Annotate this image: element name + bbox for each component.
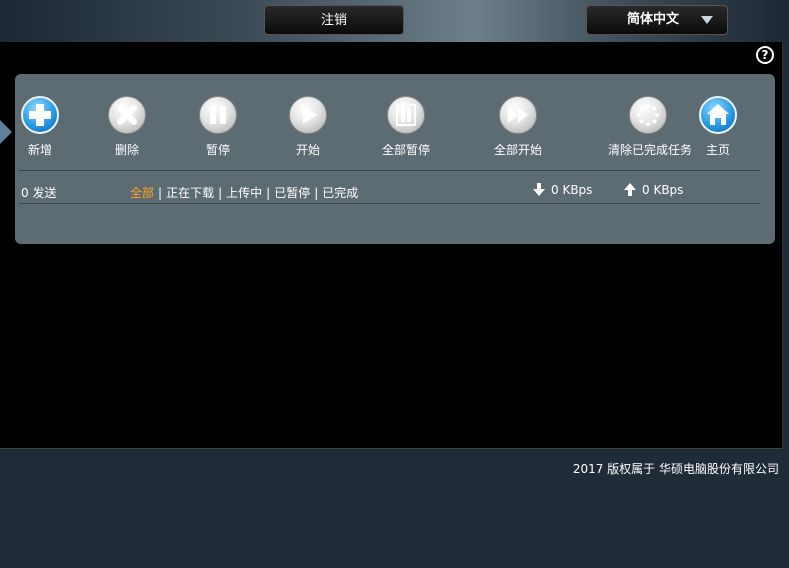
pause-all-button[interactable]: 全部暂停 bbox=[366, 96, 446, 158]
filter-downloading[interactable]: 正在下载 bbox=[166, 186, 214, 200]
filter-all[interactable]: 全部 bbox=[130, 186, 154, 200]
language-selected-label: 简体中文 bbox=[627, 12, 680, 27]
download-speed: 0 KBps bbox=[533, 183, 592, 197]
upload-speed-value: 0 KBps bbox=[642, 183, 684, 197]
chevron-down-icon bbox=[701, 16, 713, 24]
sending-count: 0 发送 bbox=[21, 186, 57, 200]
home-icon bbox=[699, 96, 737, 134]
add-icon bbox=[21, 96, 59, 134]
clear-completed-icon bbox=[629, 96, 667, 134]
logout-button[interactable]: 注销 bbox=[264, 5, 404, 35]
start-label: 开始 bbox=[295, 143, 320, 157]
play-icon bbox=[289, 96, 327, 134]
delete-label: 删除 bbox=[114, 143, 139, 157]
start-button[interactable]: 开始 bbox=[268, 96, 348, 158]
copyright-footer: 2017 版权属于 华硕电脑股份有限公司 bbox=[572, 462, 779, 476]
filter-completed[interactable]: 已完成 bbox=[322, 186, 358, 200]
add-button[interactable]: 新增 bbox=[0, 96, 80, 158]
start-all-icon bbox=[499, 96, 537, 134]
filter-divider bbox=[19, 203, 760, 204]
language-select[interactable]: 简体中文 bbox=[586, 5, 728, 35]
upload-arrow-icon bbox=[624, 183, 636, 196]
delete-button[interactable]: 删除 bbox=[87, 96, 167, 158]
pause-all-icon bbox=[387, 96, 425, 134]
toolbar-divider bbox=[19, 170, 760, 171]
pause-button[interactable]: 暂停 bbox=[178, 96, 258, 158]
filter-paused[interactable]: 已暂停 bbox=[274, 186, 310, 200]
upload-speed: 0 KBps bbox=[624, 183, 683, 197]
pause-label: 暂停 bbox=[205, 143, 230, 157]
filter-uploading[interactable]: 上传中 bbox=[226, 186, 262, 200]
clear-completed-label: 清除已完成任务 bbox=[608, 143, 693, 157]
home-button[interactable]: 主页 bbox=[678, 96, 758, 158]
pause-icon bbox=[199, 96, 237, 134]
download-speed-value: 0 KBps bbox=[551, 183, 593, 197]
add-label: 新增 bbox=[27, 143, 52, 157]
pause-all-label: 全部暂停 bbox=[381, 143, 430, 157]
clear-completed-button[interactable]: 清除已完成任务 bbox=[608, 96, 693, 158]
help-icon[interactable]: ? bbox=[756, 46, 774, 64]
task-filter-bar: 全部 | 正在下载 | 上传中 | 已暂停 | 已完成 bbox=[130, 186, 359, 200]
start-all-button[interactable]: 全部开始 bbox=[478, 96, 558, 158]
home-label: 主页 bbox=[705, 143, 730, 157]
start-all-label: 全部开始 bbox=[493, 143, 542, 157]
delete-icon bbox=[108, 96, 146, 134]
download-arrow-icon bbox=[533, 183, 545, 196]
